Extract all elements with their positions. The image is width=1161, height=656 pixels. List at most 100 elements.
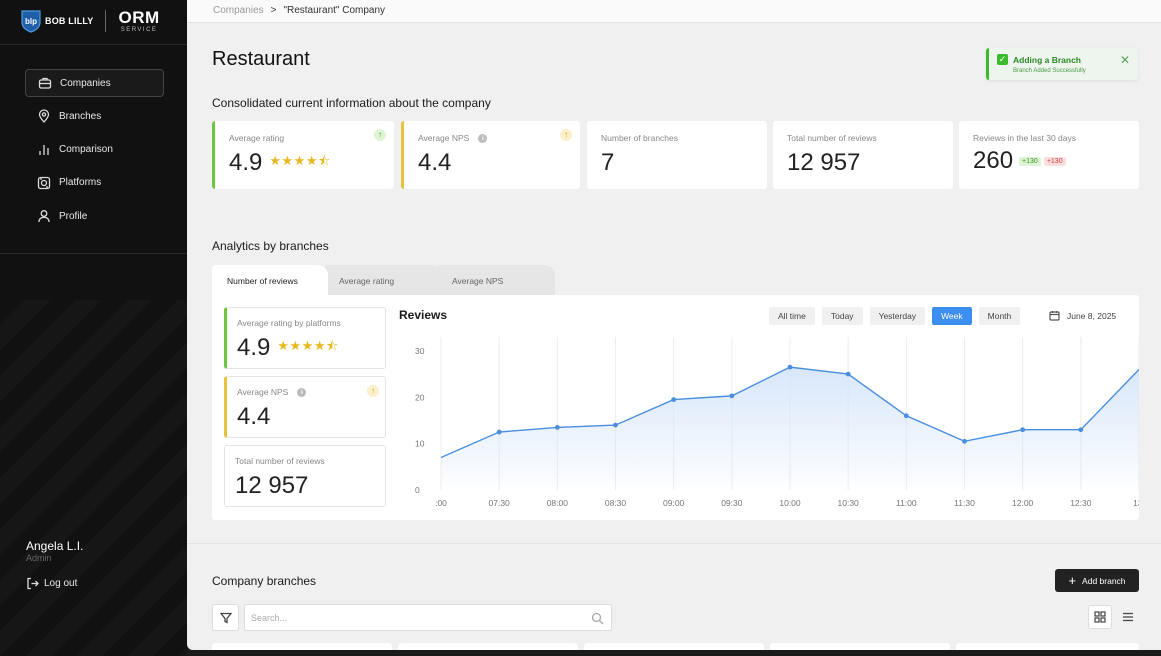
chart-y-tick-label: 20 [415, 392, 425, 402]
range-yesterday[interactable]: Yesterday [869, 307, 926, 325]
success-toast: ✓ Adding a Branch Branch Added Successfu… [986, 48, 1138, 80]
breadcrumb-companies[interactable]: Companies [213, 5, 264, 16]
mini-value: 12 957 [235, 472, 309, 499]
tab-average-nps[interactable]: Average NPS [437, 265, 555, 295]
chart-point [1020, 427, 1026, 433]
analytics-panel: Average rating by platforms 4.9 ★★★★⯪ Ave… [212, 295, 1139, 520]
brand-separator [105, 10, 107, 32]
shield-logo-icon: blp [21, 10, 41, 33]
delta-up-badge: +130 [1019, 156, 1041, 166]
date-picker[interactable]: June 8, 2025 [1049, 310, 1116, 321]
calendar-icon [1049, 311, 1060, 321]
sidebar-item-companies[interactable]: Companies [25, 69, 164, 97]
info-icon[interactable]: i [297, 387, 307, 397]
close-icon[interactable]: ✕ [1120, 53, 1130, 67]
kpi-label-text: Average NPS [418, 133, 470, 143]
check-icon: ✓ [997, 54, 1008, 65]
mini-total-reviews: Total number of reviews 12 957 [224, 445, 386, 507]
grid-view-button[interactable] [1088, 605, 1112, 629]
mini-label: Average NPS i [237, 387, 307, 397]
user-role: Admin [26, 553, 52, 563]
kpi-average-nps: Average NPS i 4.4 ↑ [401, 121, 580, 189]
add-branch-button[interactable]: + Add branch [1055, 569, 1139, 592]
list-view-button[interactable] [1116, 605, 1140, 629]
location-pin-icon [38, 109, 50, 124]
arrow-up-icon: ↑ [560, 129, 572, 141]
sidebar-item-branches[interactable]: Branches [25, 102, 164, 130]
mini-label: Average rating by platforms [237, 318, 341, 328]
mini-value-number: 4.9 [237, 334, 271, 361]
chart-point [787, 364, 793, 370]
chart-point [1078, 427, 1084, 433]
search-icon[interactable] [591, 612, 604, 625]
brand-name: BOB LILLY [45, 16, 94, 26]
grid-icon [1094, 611, 1106, 623]
orm-logo-text: ORM [118, 8, 160, 27]
branch-card[interactable] [212, 643, 392, 650]
sidebar-item-comparison[interactable]: Comparison [25, 136, 164, 164]
filter-button[interactable] [212, 604, 239, 631]
range-week[interactable]: Week [932, 307, 972, 325]
tab-number-of-reviews[interactable]: Number of reviews [212, 265, 328, 295]
kpi-value: 12 957 [787, 149, 861, 176]
branch-card[interactable] [770, 643, 950, 650]
list-icon [1123, 612, 1133, 622]
sidebar-nav: Companies Branches Comparison Platforms … [25, 69, 164, 235]
sidebar-divider [0, 44, 187, 45]
info-icon[interactable]: i [478, 133, 488, 143]
reviews-chart: 0 10 20 30:00 07:30 08:00 08:30 09:00 09:30 10:00… [415, 337, 1139, 508]
chart-x-tick-label: 10:00 [779, 498, 801, 508]
chart-point [845, 371, 851, 377]
search-box [244, 604, 612, 631]
logout-button[interactable]: Log out [26, 577, 77, 590]
brand-logo[interactable]: blp BOB LILLY ORM SERVICE [20, 8, 160, 34]
mini-average-nps: Average NPS i 4.4 ↑ [224, 376, 386, 438]
tab-average-rating[interactable]: Average rating [324, 265, 442, 295]
branch-card[interactable] [956, 643, 1139, 650]
branch-card[interactable] [398, 643, 578, 650]
sidebar-pattern [0, 300, 187, 656]
kpi-label: Reviews in the last 30 days [973, 133, 1076, 143]
chart-x-tick-label: :00 [435, 498, 447, 508]
sidebar-divider [0, 253, 187, 254]
search-input[interactable] [251, 610, 571, 626]
chart-x-tick-label: 08:00 [547, 498, 569, 508]
range-month[interactable]: Month [978, 307, 1021, 325]
range-today[interactable]: Today [821, 307, 863, 325]
chart-point [962, 438, 967, 444]
star-rating-icon: ★★★★⯪ [277, 338, 339, 353]
chart-y-tick-label: 30 [415, 346, 425, 356]
chart-x-tick-label: 07:30 [489, 498, 511, 508]
plus-icon: + [1068, 573, 1077, 588]
mini-average-rating: Average rating by platforms 4.9 ★★★★⯪ [224, 307, 386, 369]
chart-x-tick-label: 12:00 [1012, 498, 1034, 508]
chart-x-tick-label: 09:00 [663, 498, 685, 508]
kpi-value: 4.4 [418, 149, 452, 176]
chart-x-tick-label: 13: [1133, 498, 1139, 508]
mini-value: 4.4 [237, 403, 271, 430]
branch-card[interactable] [584, 643, 764, 650]
star-rating-icon: ★★★★⯪ [269, 153, 331, 168]
range-all-time[interactable]: All time [769, 307, 815, 325]
analytics-title: Analytics by branches [212, 239, 329, 253]
sidebar-item-label: Comparison [59, 144, 113, 156]
chart-point [903, 413, 909, 419]
svg-text:blp: blp [25, 17, 37, 26]
chart-x-tick-label: 09:30 [721, 498, 743, 508]
kpi-average-rating: Average rating 4.9 ★★★★⯪ ↑ [212, 121, 394, 189]
sidebar-item-platforms[interactable]: Platforms [25, 169, 164, 197]
kpi-label: Average NPS i [418, 133, 488, 143]
chart-point [554, 425, 560, 430]
mini-value: 4.9 ★★★★⯪ [237, 334, 339, 362]
kpi-label: Average rating [229, 133, 285, 143]
kpi-reviews-last-30-days: Reviews in the last 30 days 260 +130 +13… [959, 121, 1139, 189]
sidebar-item-profile[interactable]: Profile [25, 202, 164, 230]
kpi-label: Number of branches [601, 133, 679, 143]
chart-point [613, 422, 618, 428]
user-icon [38, 210, 50, 223]
kpi-label: Total number of reviews [787, 133, 877, 143]
branches-title: Company branches [212, 574, 317, 588]
date-value: June 8, 2025 [1067, 310, 1117, 321]
kpi-value: 4.9 ★★★★⯪ [229, 149, 331, 177]
chart-x-tick-label: 10:30 [838, 498, 860, 508]
